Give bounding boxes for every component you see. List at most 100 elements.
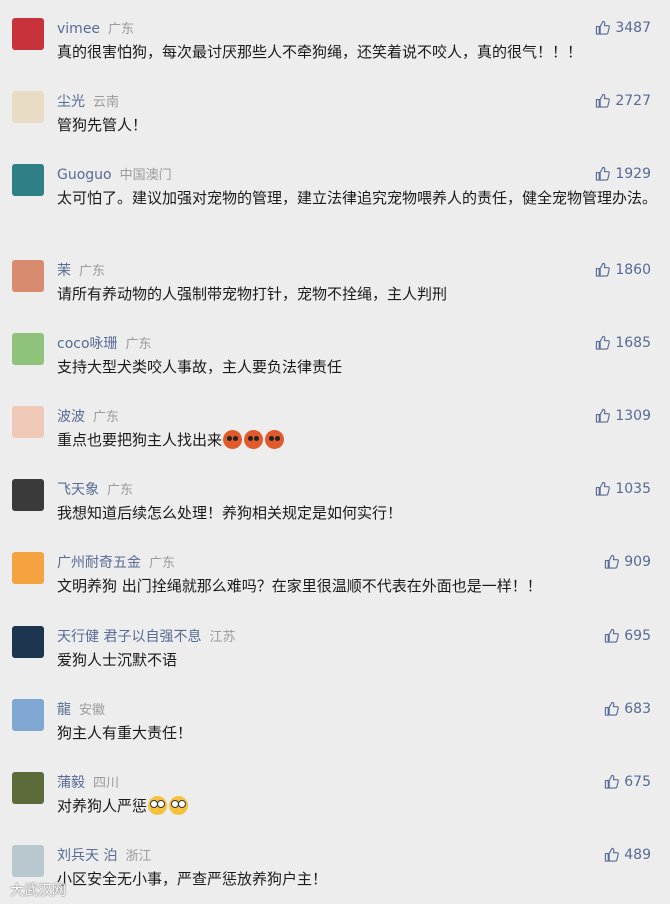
- thumb-up-icon: [595, 481, 615, 497]
- nickname[interactable]: 龍: [57, 702, 71, 718]
- nickname[interactable]: vimee: [57, 21, 100, 37]
- comment-text: 文明养狗 出门拴绳就那么难吗？在家里很温顺不代表在外面也是一样！！: [57, 574, 657, 598]
- location: 浙江: [125, 849, 152, 864]
- comment-text: 我想知道后续怎么处理！养狗相关规定是如何实行！: [57, 501, 657, 525]
- location: 广东: [125, 337, 152, 352]
- nickname[interactable]: 蒲毅: [57, 775, 85, 791]
- thumb-up-icon: [604, 701, 624, 717]
- comment-meta: vimee 广东: [57, 18, 134, 38]
- like-button[interactable]: 3487: [595, 18, 651, 38]
- comment-text-body: 对养狗人严惩: [57, 797, 148, 815]
- avatar[interactable]: [12, 479, 44, 511]
- location: 广东: [108, 22, 135, 37]
- avatar[interactable]: [12, 91, 44, 123]
- angry-face-icon: [223, 430, 243, 449]
- comment-text-body: 文明养狗 出门拴绳就那么难吗？在家里很温顺不代表在外面也是一样！！: [57, 577, 542, 595]
- nickname[interactable]: 天行健 君子以自强不息: [57, 629, 201, 645]
- comment-text: 狗主人有重大责任！: [57, 721, 657, 745]
- comment-meta: 刘兵天 泊浙江: [57, 845, 151, 865]
- like-button[interactable]: 1860: [595, 260, 651, 280]
- like-count: 1309: [615, 408, 651, 424]
- comment-text-body: 太可怕了。建议加强对宠物的管理，建立法律追究宠物喂养人的责任，健全宠物管理办法。: [57, 189, 658, 207]
- angry-face-icon: [265, 430, 285, 449]
- avatar[interactable]: [12, 772, 44, 804]
- comment-text-body: 我想知道后续怎么处理！养狗相关规定是如何实行！: [57, 504, 403, 522]
- like-button[interactable]: 683: [604, 699, 651, 719]
- location: 四川: [93, 776, 120, 791]
- comment-text: 支持大型犬类咬人事故，主人要负法律责任: [57, 355, 657, 379]
- like-count: 1035: [615, 481, 651, 497]
- nickname[interactable]: 尘光: [57, 94, 85, 110]
- comment-meta: 龍安徽: [57, 699, 105, 719]
- comment-meta: 广州耐奇五金 广东: [57, 552, 175, 572]
- location: 广东: [149, 556, 176, 571]
- comment-text: 太可怕了。建议加强对宠物的管理，建立法律追究宠物喂养人的责任，健全宠物管理办法。: [57, 186, 657, 210]
- angry-face-icon: [244, 430, 264, 449]
- comment-text-body: 管狗先管人！: [57, 116, 148, 134]
- thumb-up-icon: [604, 774, 624, 790]
- location: 广东: [107, 483, 134, 498]
- nickname[interactable]: 茉: [57, 263, 71, 279]
- avatar[interactable]: [12, 552, 44, 584]
- avatar[interactable]: [12, 699, 44, 731]
- comment-meta: 天行健 君子以自强不息 江苏: [57, 626, 235, 646]
- comment-meta: 蒲毅 四川: [57, 772, 119, 792]
- nickname[interactable]: 飞天象: [57, 482, 99, 498]
- comment-meta: 飞天象 广东: [57, 479, 133, 499]
- like-button[interactable]: 1929: [595, 164, 651, 184]
- thumb-up-icon: [604, 554, 624, 570]
- thumb-up-icon: [604, 847, 624, 863]
- thumb-up-icon: [595, 20, 615, 36]
- avatar[interactable]: [12, 406, 44, 438]
- like-count: 675: [624, 774, 651, 790]
- nickname[interactable]: coco咏珊: [57, 336, 118, 352]
- avatar[interactable]: [12, 260, 44, 292]
- thumb-up-icon: [595, 262, 615, 278]
- like-count: 1685: [615, 335, 651, 351]
- comment-text-body: 爱狗人士沉默不语: [57, 651, 178, 669]
- nickname[interactable]: 广州耐奇五金: [57, 555, 141, 571]
- comment-text: 管狗先管人！: [57, 113, 657, 137]
- nickname[interactable]: 波波: [57, 409, 85, 425]
- location: 广东: [93, 410, 120, 425]
- thumb-up-icon: [595, 166, 615, 182]
- comment-meta: 茉广东: [57, 260, 105, 280]
- comment-text-body: 小区安全无小事，严查严惩放养狗户主！: [57, 870, 328, 888]
- like-count: 909: [624, 554, 651, 570]
- comment-meta: 波波 广东: [57, 406, 119, 426]
- comment-meta: 尘光 云南: [57, 91, 119, 111]
- comment-text-body: 真的很害怕狗，每次最讨厌那些人不牵狗绳，还笑着说不咬人，真的很气！！！: [57, 43, 583, 61]
- like-button[interactable]: 675: [604, 772, 651, 792]
- comment-text: 真的很害怕狗，每次最讨厌那些人不牵狗绳，还笑着说不咬人，真的很气！！！: [57, 40, 657, 64]
- comment-meta: coco咏珊 广东: [57, 333, 152, 353]
- comment-text: 请所有养动物的人强制带宠物打针，宠物不拴绳，主人判刑: [57, 282, 657, 306]
- comment-text-body: 重点也要把狗主人找出来: [57, 431, 223, 449]
- nickname[interactable]: Guoguo: [57, 167, 112, 183]
- like-button[interactable]: 1685: [595, 333, 651, 353]
- avatar[interactable]: [12, 18, 44, 50]
- comment-text: 爱狗人士沉默不语: [57, 648, 657, 672]
- nickname[interactable]: 刘兵天 泊: [57, 848, 117, 864]
- like-button[interactable]: 695: [604, 626, 651, 646]
- like-button[interactable]: 909: [604, 552, 651, 572]
- comment-text: 对养狗人严惩: [57, 794, 657, 818]
- avatar[interactable]: [12, 845, 44, 877]
- like-button[interactable]: 1309: [595, 406, 651, 426]
- thumb-up-icon: [595, 335, 615, 351]
- comment-text-body: 支持大型犬类咬人事故，主人要负法律责任: [57, 358, 343, 376]
- like-button[interactable]: 2727: [595, 91, 651, 111]
- thumb-up-icon: [595, 93, 615, 109]
- like-count: 489: [624, 847, 651, 863]
- like-button[interactable]: 1035: [595, 479, 651, 499]
- like-count: 2727: [615, 93, 651, 109]
- like-count: 3487: [615, 20, 651, 36]
- avatar[interactable]: [12, 164, 44, 196]
- location: 广东: [79, 264, 106, 279]
- avatar[interactable]: [12, 333, 44, 365]
- watermark: 大武汉网: [10, 883, 66, 899]
- thumb-up-icon: [595, 408, 615, 424]
- thumb-up-icon: [604, 628, 624, 644]
- like-button[interactable]: 489: [604, 845, 651, 865]
- avatar[interactable]: [12, 626, 44, 658]
- comment-text-body: 狗主人有重大责任！: [57, 724, 193, 742]
